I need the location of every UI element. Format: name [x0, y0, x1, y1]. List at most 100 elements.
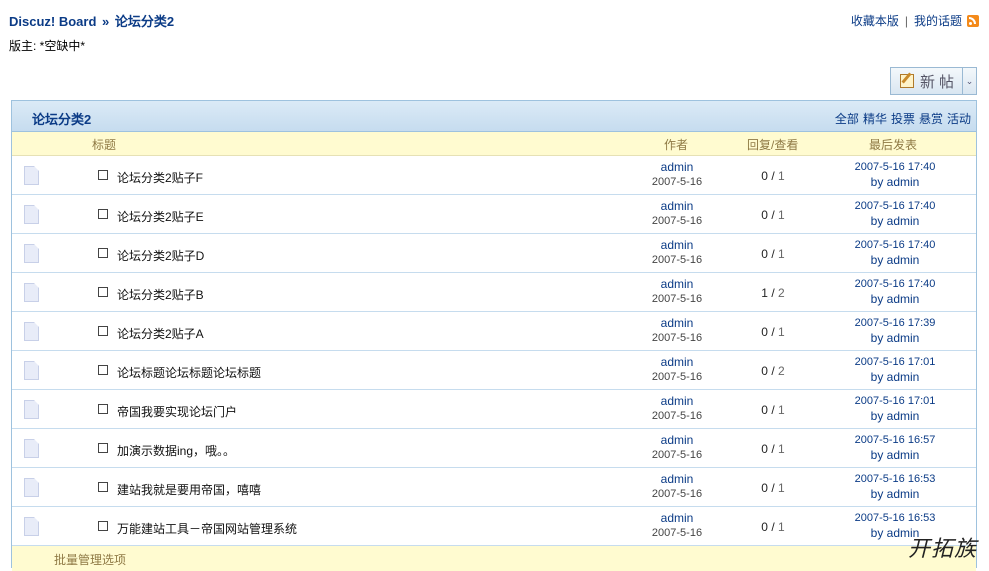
breadcrumb: Discuz! Board » 论坛分类2 — [9, 11, 174, 30]
last-post-time-link[interactable]: 2007-5-16 16:57 — [820, 433, 970, 448]
view-count: 1 — [778, 442, 785, 456]
author-link[interactable]: admin — [617, 433, 737, 448]
thread-subject-link[interactable]: 论坛分类2贴子A — [117, 325, 204, 342]
last-post-author-link[interactable]: by admin — [820, 214, 970, 229]
last-post-author-link[interactable]: by admin — [820, 409, 970, 424]
author-cell: admin 2007-5-16 — [617, 355, 737, 385]
last-post-cell: 2007-5-16 16:53 by admin — [820, 472, 970, 502]
replies-views-cell: 0 / 1 — [761, 208, 785, 222]
author-cell: admin 2007-5-16 — [617, 238, 737, 268]
thread-filters: 全部 精华 投票 悬赏 活动 — [831, 110, 971, 127]
row-checkbox[interactable] — [98, 404, 108, 414]
thread-subject-link[interactable]: 建站我就是要用帝国，嘻嘻 — [117, 481, 261, 498]
filter-activity[interactable]: 活动 — [947, 112, 971, 126]
filter-digest[interactable]: 精华 — [863, 112, 887, 126]
top-links: 收藏本版 | 我的话题 — [851, 12, 979, 29]
author-cell: admin 2007-5-16 — [617, 316, 737, 346]
breadcrumb-separator: » — [102, 14, 110, 29]
row-checkbox[interactable] — [98, 170, 108, 180]
new-post-button[interactable]: 新帖 ⌄ — [890, 67, 977, 95]
replies-views-cell: 1 / 2 — [761, 286, 785, 300]
post-date: 2007-5-16 — [651, 293, 703, 305]
rss-icon[interactable] — [967, 14, 979, 27]
row-checkbox[interactable] — [98, 326, 108, 336]
last-post-author-link[interactable]: by admin — [820, 175, 970, 190]
last-post-author-link[interactable]: by admin — [820, 253, 970, 268]
last-post-time-link[interactable]: 2007-5-16 16:53 — [820, 472, 970, 487]
last-post-author-link[interactable]: by admin — [820, 331, 970, 346]
breadcrumb-home-link[interactable]: Discuz! Board — [9, 14, 96, 29]
batch-manage-link[interactable]: 批量管理选项 — [54, 551, 126, 568]
thread-subject-link[interactable]: 万能建站工具－帝国网站管理系统 — [117, 520, 297, 537]
document-icon — [24, 166, 39, 185]
author-link[interactable]: admin — [617, 160, 737, 175]
thread-subject-link[interactable]: 论坛分类2贴子B — [117, 286, 204, 303]
reply-count: 0 — [761, 520, 768, 534]
last-post-author-link[interactable]: by admin — [820, 487, 970, 502]
author-cell: admin 2007-5-16 — [617, 472, 737, 502]
breadcrumb-current[interactable]: 论坛分类2 — [115, 14, 174, 29]
table-row: 论坛分类2贴子F admin 2007-5-16 0 / 1 2007-5-16 17:… — [12, 156, 976, 195]
post-date: 2007-5-16 — [651, 332, 703, 344]
last-post-time-link[interactable]: 2007-5-16 16:53 — [820, 511, 970, 526]
replies-views-cell: 0 / 1 — [761, 481, 785, 495]
author-link[interactable]: admin — [617, 277, 737, 292]
replies-views-cell: 0 / 1 — [761, 520, 785, 534]
author-link[interactable]: admin — [617, 472, 737, 487]
thread-subject-link[interactable]: 帝国我要实现论坛门户 — [117, 403, 237, 420]
chevron-down-icon[interactable]: ⌄ — [962, 68, 976, 94]
author-link[interactable]: admin — [617, 199, 737, 214]
thread-rows: 论坛分类2贴子F admin 2007-5-16 0 / 1 2007-5-16 17:… — [12, 156, 976, 546]
replies-views-cell: 0 / 1 — [761, 403, 785, 417]
table-row: 论坛分类2贴子E admin 2007-5-16 0 / 1 2007-5-16 17:… — [12, 195, 976, 234]
reply-count: 0 — [761, 169, 768, 183]
filter-all[interactable]: 全部 — [835, 112, 859, 126]
row-checkbox[interactable] — [98, 521, 108, 531]
last-post-author-link[interactable]: by admin — [820, 292, 970, 307]
document-icon — [24, 517, 39, 536]
last-post-time-link[interactable]: 2007-5-16 17:40 — [820, 277, 970, 292]
reply-count: 0 — [761, 364, 768, 378]
last-post-time-link[interactable]: 2007-5-16 17:40 — [820, 238, 970, 253]
document-icon — [24, 361, 39, 380]
row-checkbox[interactable] — [98, 248, 108, 258]
replies-views-cell: 0 / 1 — [761, 169, 785, 183]
row-checkbox[interactable] — [98, 443, 108, 453]
post-date: 2007-5-16 — [651, 254, 703, 266]
row-checkbox[interactable] — [98, 365, 108, 375]
row-checkbox[interactable] — [98, 287, 108, 297]
view-count: 1 — [778, 208, 785, 222]
thread-subject-link[interactable]: 论坛分类2贴子F — [117, 169, 203, 186]
favorite-forum-link[interactable]: 收藏本版 — [851, 12, 899, 29]
filter-reward[interactable]: 悬赏 — [919, 112, 943, 126]
thread-subject-link[interactable]: 加演示数据ing，哦。。 — [117, 442, 235, 459]
row-checkbox[interactable] — [98, 209, 108, 219]
row-checkbox[interactable] — [98, 482, 108, 492]
author-link[interactable]: admin — [617, 511, 737, 526]
column-subject: 标题 — [92, 138, 117, 152]
thread-subject-link[interactable]: 论坛标题论坛标题论坛标题 — [117, 364, 261, 381]
view-count: 1 — [778, 247, 785, 261]
author-link[interactable]: admin — [617, 316, 737, 331]
forum-title[interactable]: 论坛分类2 — [32, 109, 91, 128]
last-post-time-link[interactable]: 2007-5-16 17:40 — [820, 199, 970, 214]
thread-subject-link[interactable]: 论坛分类2贴子E — [117, 208, 204, 225]
last-post-author-link[interactable]: by admin — [820, 370, 970, 385]
forum-header: 论坛分类2 全部 精华 投票 悬赏 活动 — [12, 101, 976, 132]
filter-poll[interactable]: 投票 — [891, 112, 915, 126]
author-link[interactable]: admin — [617, 355, 737, 370]
last-post-time-link[interactable]: 2007-5-16 17:01 — [820, 394, 970, 409]
thread-subject-link[interactable]: 论坛分类2贴子D — [117, 247, 204, 264]
last-post-time-link[interactable]: 2007-5-16 17:01 — [820, 355, 970, 370]
author-link[interactable]: admin — [617, 394, 737, 409]
last-post-time-link[interactable]: 2007-5-16 17:39 — [820, 316, 970, 331]
document-icon — [24, 244, 39, 263]
last-post-author-link[interactable]: by admin — [820, 448, 970, 463]
replies-views-cell: 0 / 1 — [761, 325, 785, 339]
author-link[interactable]: admin — [617, 238, 737, 253]
post-date: 2007-5-16 — [651, 527, 703, 539]
last-post-time-link[interactable]: 2007-5-16 17:40 — [820, 160, 970, 175]
view-count: 1 — [778, 481, 785, 495]
author-cell: admin 2007-5-16 — [617, 199, 737, 229]
my-topics-link[interactable]: 我的话题 — [914, 12, 962, 29]
